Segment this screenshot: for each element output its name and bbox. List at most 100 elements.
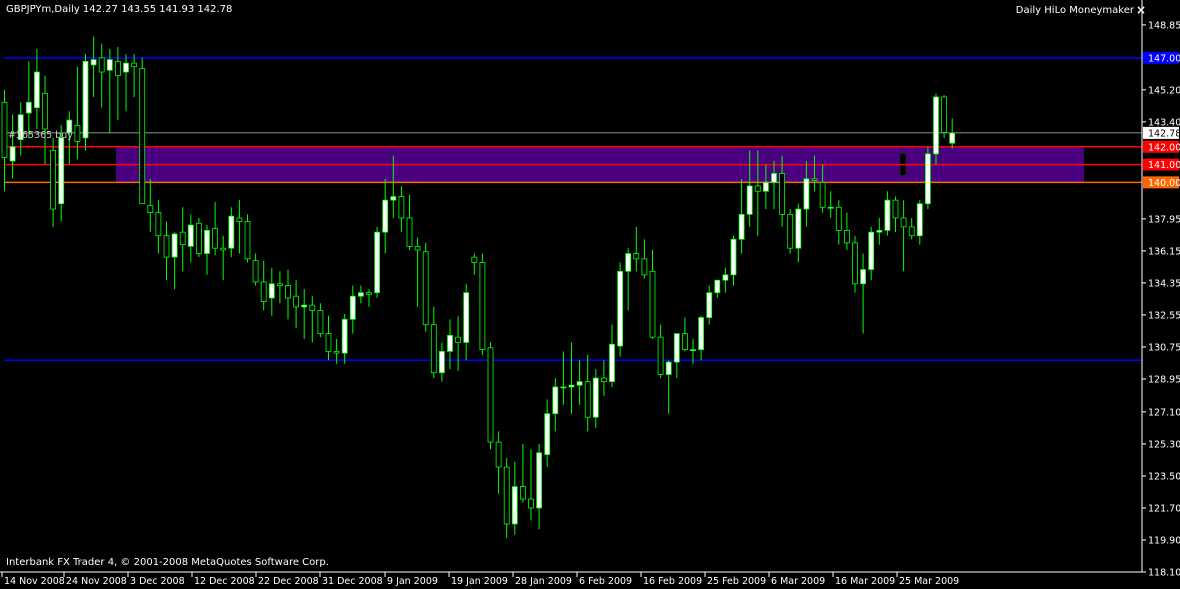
bear-candle	[487, 347, 494, 443]
bull-candle	[228, 215, 235, 249]
bull-candle	[204, 229, 210, 254]
bull-candle	[357, 292, 364, 297]
bull-candle	[763, 181, 769, 192]
bull-candle	[576, 381, 583, 386]
bear-candle	[528, 498, 534, 509]
x-tick-label: 9 Jan 2009	[387, 576, 438, 587]
bull-candle	[876, 229, 883, 233]
bull-candle	[463, 292, 470, 343]
bull-candle	[617, 270, 623, 347]
bear-candle	[333, 350, 340, 354]
bear-candle	[406, 217, 413, 247]
bear-candle	[495, 441, 502, 468]
bull-candle	[82, 60, 89, 139]
bull-candle	[827, 206, 834, 209]
y-tick-label: 123.50	[1148, 471, 1180, 482]
bear-candle	[244, 221, 251, 260]
bear-candle	[74, 125, 81, 142]
bear-candle	[414, 246, 421, 251]
y-tick-label: 132.55	[1148, 310, 1180, 321]
bull-candle	[722, 274, 729, 281]
bear-candle	[657, 336, 664, 375]
copyright-text: Interbank FX Trader 4, © 2001-2008 MetaQ…	[6, 557, 329, 568]
y-tick-label: 136.15	[1148, 246, 1180, 257]
y-tick-label: 118.10	[1148, 568, 1180, 579]
bull-candle	[949, 132, 956, 144]
bear-candle	[398, 196, 405, 219]
x-tick-label: 3 Dec 2008	[130, 576, 185, 587]
x-tick-label: 24 Nov 2008	[66, 576, 127, 587]
bear-candle	[236, 217, 243, 222]
bear-candle	[276, 283, 283, 286]
bull-candle	[390, 196, 397, 201]
bull-candle	[349, 295, 356, 320]
bull-candle	[868, 231, 875, 270]
symbol-info: GBPJPYm,Daily 142.27 143.55 141.93 142.7…	[6, 4, 233, 15]
y-tick-label: 130.75	[1148, 342, 1180, 353]
bear-candle	[42, 93, 48, 130]
bull-candle	[916, 203, 923, 237]
bear-candle	[98, 57, 105, 73]
bull-candle	[382, 199, 389, 233]
y-tick-label: 142.00	[1148, 142, 1180, 153]
bull-candle	[438, 350, 445, 374]
y-tick-label: 147.00	[1148, 53, 1180, 64]
bull-candle	[730, 238, 737, 276]
indicator-name: Daily HiLo Moneymaker	[1015, 5, 1134, 16]
bear-candle	[212, 228, 219, 249]
bear-candle	[195, 222, 202, 254]
bull-candle	[706, 292, 713, 318]
bull-candle	[568, 384, 575, 388]
bear-candle	[366, 292, 372, 295]
trade-label: #365365 buy	[8, 130, 73, 141]
bear-candle	[908, 226, 915, 237]
bear-candle	[422, 251, 429, 326]
bear-candle	[584, 381, 591, 418]
bear-candle	[131, 62, 138, 68]
close-icon[interactable]: ×	[1136, 3, 1146, 17]
bear-candle	[601, 377, 607, 383]
bear-candle	[147, 205, 154, 214]
bull-candle	[560, 386, 567, 389]
bear-candle	[455, 336, 462, 343]
bear-candle	[50, 149, 56, 210]
bear-candle	[900, 217, 907, 228]
y-tick-label: 141.00	[1148, 160, 1180, 171]
bear-candle	[430, 324, 437, 374]
bull-candle	[933, 96, 939, 155]
bear-candle	[325, 333, 332, 352]
bear-candle	[844, 229, 850, 244]
y-tick-label: 140.00	[1148, 178, 1180, 189]
bull-candle	[884, 199, 891, 231]
bull-candle	[795, 208, 802, 249]
bull-candle	[374, 231, 381, 294]
bull-candle	[698, 317, 704, 351]
bear-candle	[503, 466, 510, 525]
bull-candle	[58, 137, 65, 205]
bear-candle	[852, 242, 858, 285]
bear-candle	[754, 185, 761, 192]
chart-background	[0, 0, 1180, 589]
y-tick-label: 125.30	[1148, 439, 1180, 450]
x-tick-label: 16 Feb 2009	[643, 576, 702, 587]
bear-candle	[941, 96, 947, 133]
bear-candle	[682, 333, 688, 351]
bear-candle	[163, 235, 170, 258]
bear-candle	[139, 68, 146, 205]
bear-candle	[115, 60, 121, 77]
bear-candle	[179, 231, 186, 246]
bull-candle	[106, 59, 113, 71]
bull-candle	[592, 377, 599, 418]
bull-candle	[511, 486, 518, 525]
price-chart[interactable]: 148.85 147.00 145.20 143.40142.78 142.00 141.…	[0, 0, 1180, 589]
x-tick-label: 31 Dec 2008	[322, 576, 383, 587]
x-tick-label: 28 Jan 2009	[515, 576, 572, 587]
y-tick-label: 143.40	[1148, 117, 1180, 128]
y-tick-label: 127.10	[1148, 407, 1180, 418]
y-tick-label: 148.85	[1148, 20, 1180, 31]
x-tick-label: 6 Mar 2009	[771, 576, 825, 587]
bear-candle	[252, 260, 259, 283]
bull-candle	[609, 343, 615, 383]
bear-candle	[787, 213, 794, 249]
bull-candle	[34, 71, 40, 109]
